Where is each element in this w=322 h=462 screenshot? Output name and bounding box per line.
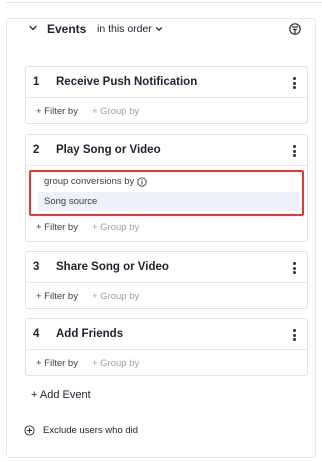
filter-by-link[interactable]: + Filter by bbox=[36, 291, 78, 302]
filter-by-link[interactable]: + Filter by bbox=[36, 222, 78, 233]
event-card: 2 Play Song or Video group conversions b… bbox=[25, 134, 308, 242]
filter-by-link[interactable]: + Filter by bbox=[36, 358, 78, 369]
event-title: Add Friends bbox=[56, 328, 124, 340]
events-heading: Events bbox=[47, 22, 87, 36]
event-card-header[interactable]: 1 Receive Push Notification bbox=[26, 67, 307, 98]
kebab-menu-icon[interactable] bbox=[293, 77, 297, 89]
event-number: 1 bbox=[33, 76, 40, 88]
funnel-settings-icon[interactable] bbox=[288, 22, 302, 36]
kebab-menu-icon[interactable] bbox=[293, 145, 297, 157]
event-card-header[interactable]: 4 Add Friends bbox=[26, 319, 307, 350]
event-number: 2 bbox=[33, 144, 40, 156]
event-title: Receive Push Notification bbox=[56, 76, 198, 88]
event-card-header[interactable]: 3 Share Song or Video bbox=[26, 252, 307, 283]
event-card-footer: + Filter by + Group by bbox=[26, 283, 307, 307]
exclude-users-button[interactable]: Exclude users who did bbox=[24, 425, 138, 436]
event-card: 3 Share Song or Video + Filter by + Grou… bbox=[25, 251, 308, 309]
event-number: 4 bbox=[33, 328, 40, 340]
events-panel: Events in this order 1 Receive Push Noti… bbox=[6, 18, 316, 458]
group-conversions-label: group conversions by bbox=[44, 176, 147, 187]
plus-circle-icon bbox=[24, 425, 35, 436]
event-card: 4 Add Friends + Filter by + Group by bbox=[25, 318, 308, 376]
top-divider bbox=[6, 0, 322, 3]
event-card: 1 Receive Push Notification + Filter by … bbox=[25, 66, 308, 124]
event-card-header[interactable]: 2 Play Song or Video bbox=[26, 135, 307, 166]
event-title: Share Song or Video bbox=[56, 261, 169, 273]
event-number: 3 bbox=[33, 261, 40, 273]
order-dropdown-label: in this order bbox=[97, 23, 152, 35]
group-by-link[interactable]: + Group by bbox=[92, 358, 139, 369]
group-by-link[interactable]: + Group by bbox=[92, 106, 139, 117]
event-title: Play Song or Video bbox=[56, 144, 161, 156]
group-by-property-value: Song source bbox=[44, 196, 98, 207]
kebab-menu-icon[interactable] bbox=[293, 329, 297, 341]
chevron-down-icon[interactable] bbox=[28, 23, 38, 33]
add-event-button[interactable]: + Add Event bbox=[31, 389, 91, 401]
chevron-down-icon bbox=[155, 27, 162, 31]
filter-by-link[interactable]: + Filter by bbox=[36, 106, 78, 117]
exclude-users-label: Exclude users who did bbox=[43, 425, 139, 436]
event-card-footer: + Filter by + Group by bbox=[26, 98, 307, 122]
kebab-menu-icon[interactable] bbox=[293, 262, 297, 274]
info-icon[interactable] bbox=[137, 176, 147, 187]
group-by-link[interactable]: + Group by bbox=[92, 291, 139, 302]
group-conversions-box: group conversions by Song source bbox=[29, 170, 304, 216]
group-by-property-chip[interactable]: Song source bbox=[38, 192, 300, 211]
group-conversions-text: group conversions by bbox=[44, 176, 135, 187]
event-card-footer: + Filter by + Group by bbox=[26, 214, 307, 238]
group-by-link[interactable]: + Group by bbox=[92, 222, 139, 233]
order-dropdown[interactable]: in this order bbox=[97, 23, 163, 35]
event-card-footer: + Filter by + Group by bbox=[26, 350, 307, 374]
